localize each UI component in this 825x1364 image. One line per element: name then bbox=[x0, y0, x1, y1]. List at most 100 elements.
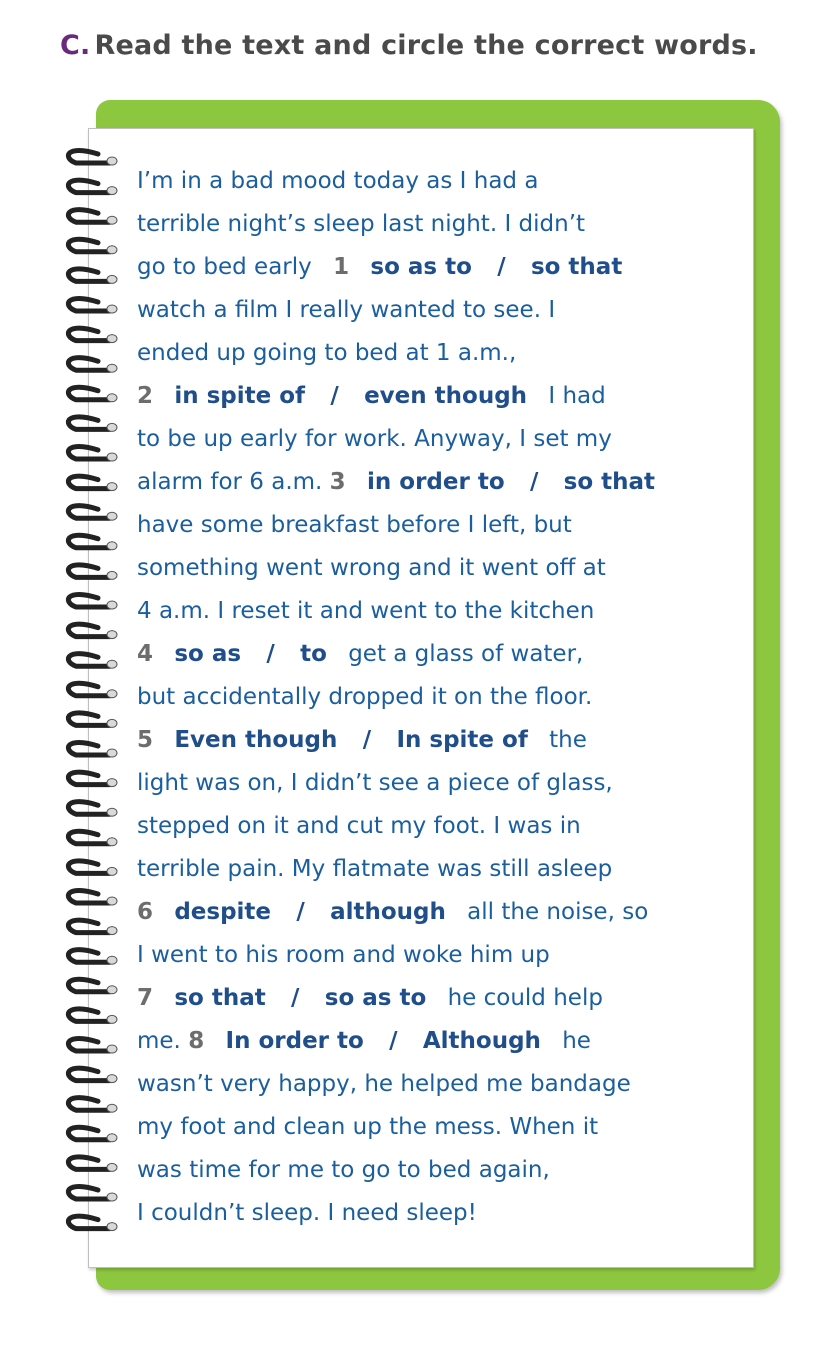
punch-hole bbox=[106, 274, 118, 284]
punch-hole bbox=[106, 1103, 118, 1113]
spiral-ring bbox=[65, 1095, 113, 1113]
punch-hole bbox=[106, 1222, 118, 1232]
spiral-ring bbox=[65, 1213, 113, 1232]
q8-option-b[interactable]: Although bbox=[423, 1028, 541, 1054]
punch-hole bbox=[106, 393, 118, 403]
question-5-number: 5 bbox=[137, 727, 154, 753]
spiral-ring bbox=[65, 1183, 113, 1202]
punch-hole bbox=[106, 334, 118, 344]
q2-option-b[interactable]: even though bbox=[364, 383, 527, 409]
passage: I’m in a bad mood today as I had a terri… bbox=[137, 160, 747, 1235]
q7-option-b[interactable]: so as to bbox=[325, 985, 427, 1011]
spiral-ring bbox=[65, 621, 113, 640]
spiral-ring bbox=[65, 887, 113, 906]
spiral-ring bbox=[65, 1154, 113, 1172]
passage-line: terrible pain. My flatmate was still asl… bbox=[137, 856, 613, 882]
punch-hole bbox=[106, 482, 118, 492]
spiral-ring bbox=[65, 651, 113, 669]
passage-line: alarm for 6 a.m. 3 in order to / so that bbox=[137, 461, 747, 504]
spiral-ring bbox=[65, 1035, 113, 1054]
spiral-ring bbox=[65, 236, 113, 255]
line-text: go to bed early bbox=[137, 254, 312, 280]
spiral-ring bbox=[65, 266, 113, 284]
line-text: all the noise, so bbox=[467, 899, 649, 925]
question-2-number: 2 bbox=[137, 383, 154, 409]
punch-hole bbox=[106, 866, 118, 876]
q4-separator: / bbox=[266, 641, 275, 667]
passage-line: I couldn’t sleep. I need sleep! bbox=[137, 1200, 477, 1226]
punch-hole bbox=[106, 363, 118, 373]
spiral-ring bbox=[65, 177, 113, 196]
punch-hole bbox=[106, 156, 118, 166]
q1-option-a[interactable]: so as to bbox=[370, 254, 472, 280]
spiral-ring bbox=[65, 1124, 113, 1143]
passage-line: to be up early for work. Anyway, I set m… bbox=[137, 426, 612, 452]
spiral-ring bbox=[65, 828, 113, 847]
q3-option-b[interactable]: so that bbox=[564, 469, 655, 495]
question-4-number: 4 bbox=[137, 641, 154, 667]
passage-line: light was on, I didn’t see a piece of gl… bbox=[137, 770, 613, 796]
q6-option-a[interactable]: despite bbox=[174, 899, 271, 925]
punch-hole bbox=[106, 837, 118, 847]
line-text: I had bbox=[548, 383, 606, 409]
line-text: me. bbox=[137, 1028, 181, 1054]
q8-option-a[interactable]: In order to bbox=[226, 1028, 364, 1054]
passage-line: but accidentally dropped it on the floor… bbox=[137, 684, 593, 710]
q3-option-a[interactable]: in order to bbox=[367, 469, 505, 495]
punch-hole bbox=[106, 1133, 118, 1143]
spiral-ring bbox=[65, 325, 113, 344]
q4-option-b[interactable]: to bbox=[300, 641, 327, 667]
passage-line: have some breakfast before I left, but bbox=[137, 512, 572, 538]
spiral-ring bbox=[65, 769, 113, 788]
q2-option-a[interactable]: in spite of bbox=[174, 383, 305, 409]
spiral-ring bbox=[65, 591, 113, 610]
question-8-number: 8 bbox=[188, 1028, 205, 1054]
spiral-ring bbox=[65, 562, 113, 580]
punch-hole bbox=[106, 452, 118, 462]
punch-hole bbox=[106, 896, 118, 906]
line-text: he bbox=[562, 1028, 591, 1054]
punch-hole bbox=[106, 570, 118, 580]
passage-line: 6 despite / although all the noise, so bbox=[137, 891, 747, 934]
punch-hole bbox=[106, 1162, 118, 1172]
spiral-ring bbox=[65, 799, 113, 817]
line-text: get a glass of water, bbox=[348, 641, 584, 667]
spiral-ring bbox=[65, 414, 113, 432]
spiral-binding-icon bbox=[65, 147, 118, 1232]
q4-option-a[interactable]: so as bbox=[174, 641, 241, 667]
punch-hole bbox=[106, 186, 118, 196]
q5-option-a[interactable]: Even though bbox=[174, 727, 337, 753]
q1-separator: / bbox=[497, 254, 506, 280]
punch-hole bbox=[106, 659, 118, 669]
spiral-ring bbox=[65, 532, 113, 551]
line-text: the bbox=[549, 727, 587, 753]
punch-hole bbox=[106, 1074, 118, 1084]
spiral-ring bbox=[65, 147, 113, 166]
q1-option-b[interactable]: so that bbox=[531, 254, 622, 280]
spiral-ring bbox=[65, 858, 113, 876]
instruction-text: Read the text and circle the correct wor… bbox=[94, 30, 758, 61]
punch-hole bbox=[106, 718, 118, 728]
exercise-instruction: C. Read the text and circle the correct w… bbox=[60, 30, 758, 61]
q7-option-a[interactable]: so that bbox=[174, 985, 265, 1011]
q6-option-b[interactable]: although bbox=[330, 899, 446, 925]
passage-line: 4 a.m. I reset it and went to the kitche… bbox=[137, 598, 595, 624]
punch-hole bbox=[106, 748, 118, 758]
question-3-number: 3 bbox=[329, 469, 346, 495]
passage-line: watch a film I really wanted to see. I bbox=[137, 297, 556, 323]
question-1-number: 1 bbox=[333, 254, 350, 280]
spiral-ring bbox=[65, 710, 113, 728]
passage-line: 5 Even though / In spite of the bbox=[137, 719, 747, 762]
question-7-number: 7 bbox=[137, 985, 154, 1011]
spiral-ring bbox=[65, 1065, 113, 1084]
passage-line: 2 in spite of / even though I had bbox=[137, 375, 747, 418]
question-6-number: 6 bbox=[137, 899, 154, 925]
q7-separator: / bbox=[291, 985, 300, 1011]
passage-line: something went wrong and it went off at bbox=[137, 555, 606, 581]
q2-separator: / bbox=[330, 383, 339, 409]
punch-hole bbox=[106, 630, 118, 640]
punch-hole bbox=[106, 511, 118, 521]
q5-option-b[interactable]: In spite of bbox=[396, 727, 527, 753]
line-text: he could help bbox=[447, 985, 603, 1011]
spiral-ring bbox=[65, 384, 113, 403]
